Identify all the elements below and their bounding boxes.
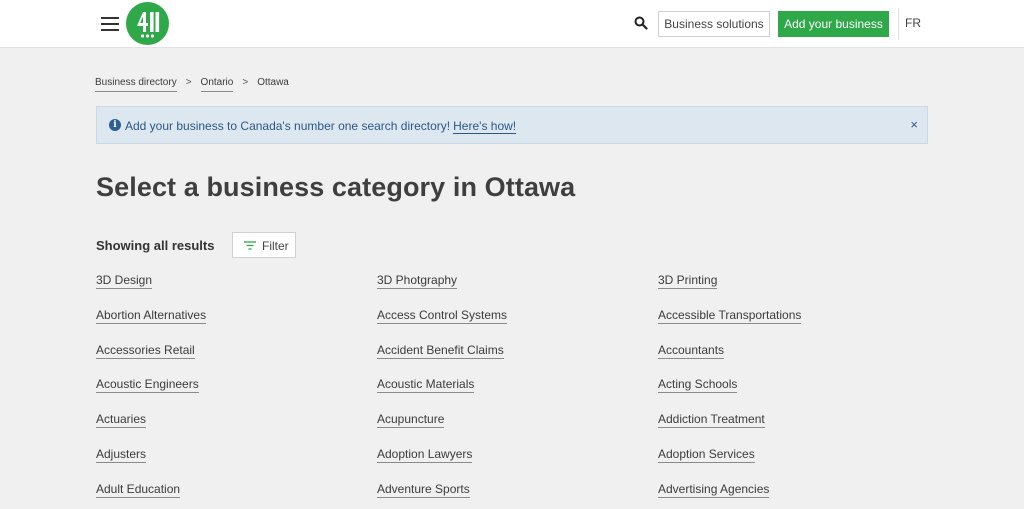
- category-link[interactable]: Accountants: [658, 343, 725, 359]
- category-link[interactable]: Adoption Lawyers: [377, 447, 473, 463]
- category-link[interactable]: Accessories Retail: [96, 343, 195, 359]
- filter-label: Filter: [262, 239, 289, 253]
- category-link[interactable]: Adult Education: [96, 482, 181, 498]
- category-link[interactable]: Advertising Agencies: [658, 482, 770, 498]
- banner-text: Add your business to Canada's number one…: [125, 119, 451, 133]
- language-toggle-fr[interactable]: FR: [905, 16, 921, 30]
- category-link[interactable]: 3D Design: [96, 273, 153, 289]
- category-link[interactable]: Accident Benefit Claims: [377, 343, 504, 359]
- category-link[interactable]: 3D Photgraphy: [377, 273, 458, 289]
- breadcrumb-ontario[interactable]: Ontario: [200, 77, 234, 92]
- category-link[interactable]: Acupuncture: [377, 412, 445, 428]
- info-banner: i Add your business to Canada's number o…: [96, 106, 928, 144]
- category-link[interactable]: 3D Printing: [658, 273, 718, 289]
- category-link[interactable]: Actuaries: [96, 412, 147, 428]
- category-link[interactable]: Access Control Systems: [377, 308, 508, 324]
- business-solutions-button[interactable]: Business solutions: [658, 11, 770, 37]
- category-link[interactable]: Addiction Treatment: [658, 412, 765, 428]
- info-icon: i: [109, 119, 121, 131]
- category-link[interactable]: Acoustic Materials: [377, 377, 475, 393]
- add-your-business-button[interactable]: Add your business: [778, 11, 889, 37]
- close-icon[interactable]: ×: [910, 118, 918, 132]
- breadcrumb: Business directory > Ontario > Ottawa: [95, 77, 289, 92]
- breadcrumb-separator: >: [242, 77, 249, 88]
- category-link[interactable]: Adoption Services: [658, 447, 755, 463]
- heres-how-link[interactable]: Here's how!: [453, 119, 517, 134]
- category-link[interactable]: Acoustic Engineers: [96, 377, 199, 393]
- category-link[interactable]: Accessible Transportations: [658, 308, 802, 324]
- breadcrumb-separator: >: [185, 77, 192, 88]
- results-label: Showing all results: [96, 238, 215, 253]
- page-title: Select a business category in Ottawa: [96, 172, 576, 202]
- breadcrumb-ottawa: Ottawa: [257, 77, 289, 88]
- search-icon[interactable]: [634, 16, 648, 30]
- filter-button[interactable]: Filter: [232, 232, 296, 258]
- filter-icon: [244, 241, 256, 250]
- hamburger-menu-icon[interactable]: [101, 16, 119, 31]
- site-header: Business solutions Add your business FR: [0, 0, 1024, 48]
- header-divider: [898, 8, 899, 40]
- category-link[interactable]: Adventure Sports: [377, 482, 470, 498]
- category-link[interactable]: Abortion Alternatives: [96, 308, 207, 324]
- breadcrumb-business-directory[interactable]: Business directory: [95, 77, 177, 92]
- site-logo[interactable]: [126, 2, 169, 45]
- category-link[interactable]: Acting Schools: [658, 377, 738, 393]
- category-link[interactable]: Adjusters: [96, 447, 147, 463]
- banner-message: Add your business to Canada's number one…: [125, 119, 517, 134]
